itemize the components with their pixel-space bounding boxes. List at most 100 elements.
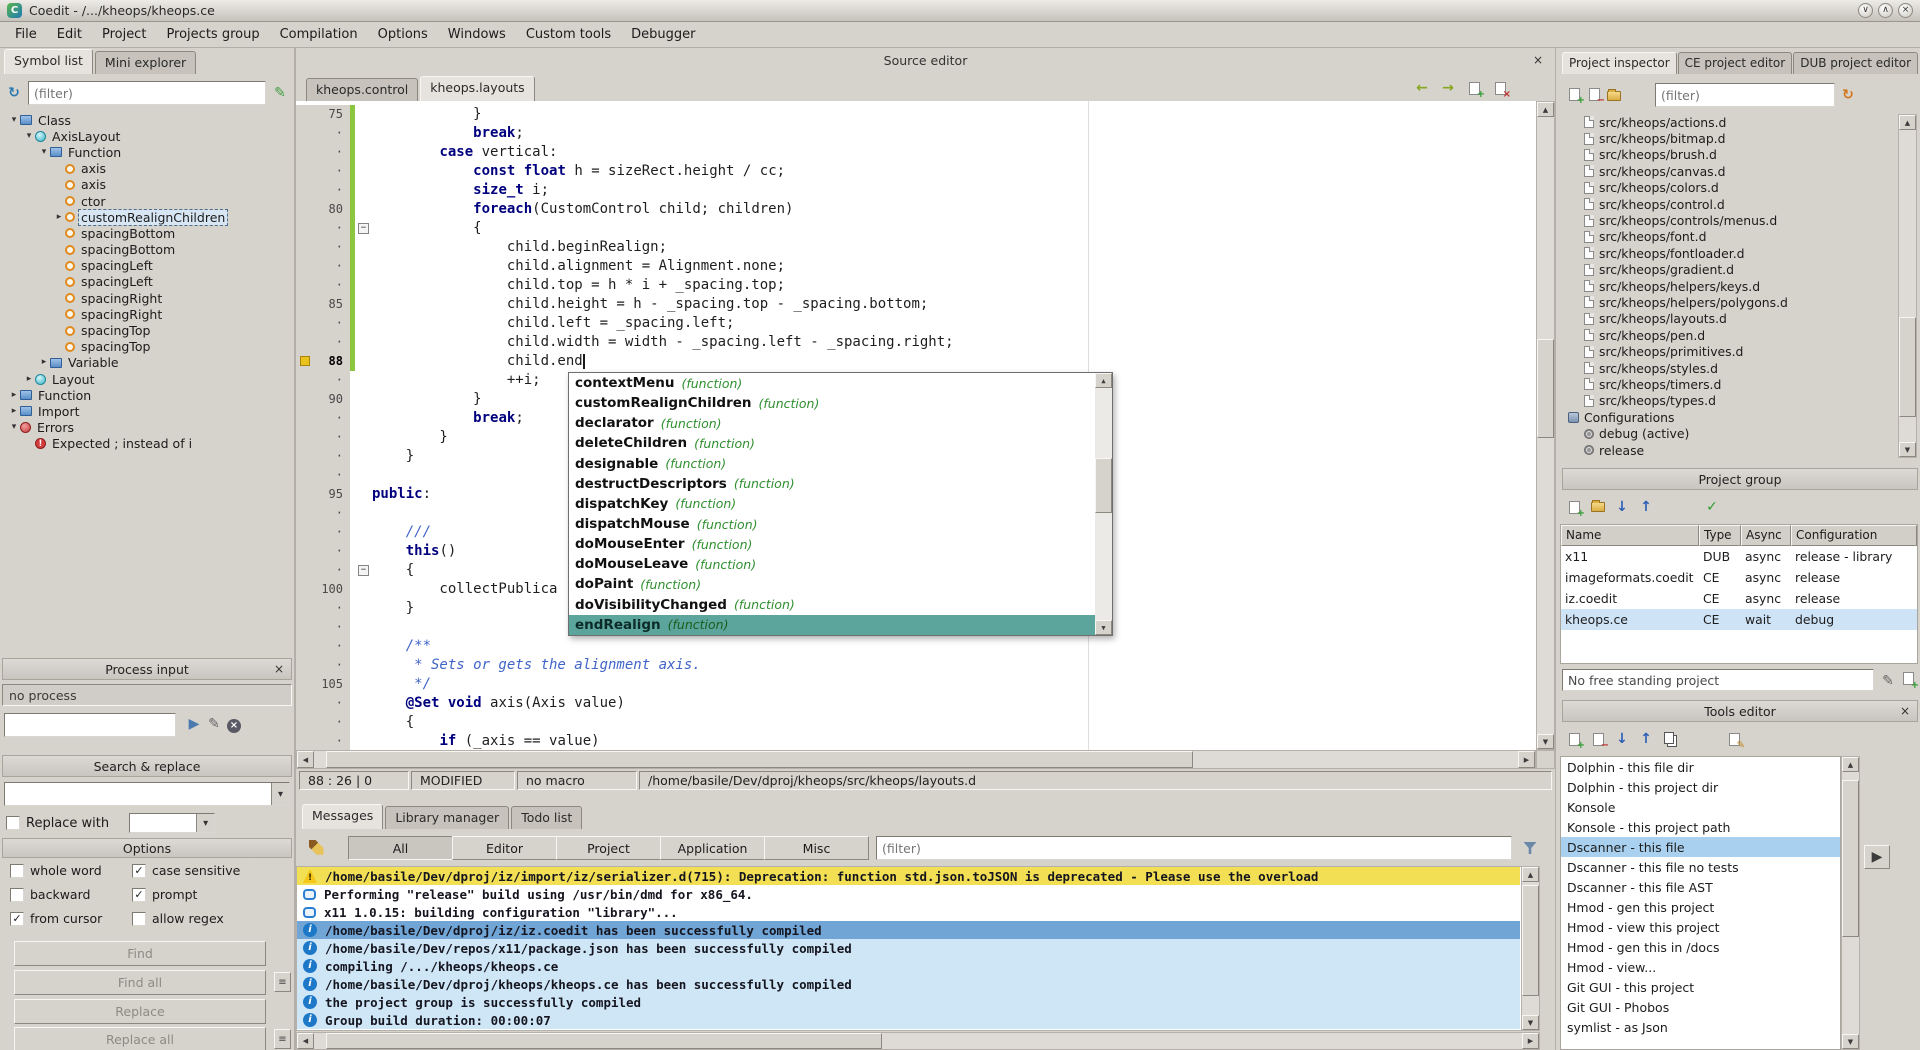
source-editor-close-icon[interactable] — [1531, 53, 1545, 67]
menu-compilation[interactable]: Compilation — [270, 23, 368, 46]
scroll-track[interactable] — [1899, 130, 1916, 442]
tool-item-git-gui-phobos[interactable]: Git GUI - Phobos — [1561, 997, 1840, 1017]
replace-term-combobox[interactable] — [129, 813, 215, 833]
symbol-item-spacingleft[interactable]: spacingLeft — [2, 258, 292, 274]
send-icon[interactable]: ▶ — [184, 714, 204, 734]
code-line[interactable]: · size_t i; — [296, 181, 1536, 200]
scroll-track[interactable] — [314, 1033, 1522, 1049]
editor-vertical-scrollbar[interactable] — [1536, 101, 1555, 750]
expander-icon[interactable]: ▾ — [8, 423, 20, 432]
project-tree-item-src-kheops-types-d[interactable]: src/kheops/types.d — [1560, 393, 1898, 409]
symbol-item-customrealignchildren[interactable]: ▸customRealignChildren — [2, 209, 292, 225]
tool-item-konsole-this-project-path[interactable]: Konsole - this project path — [1561, 817, 1840, 837]
completion-item-domouseenter[interactable]: doMouseEnter(function) — [569, 534, 1095, 554]
messages-tab-todo-list[interactable]: Todo list — [511, 806, 582, 829]
completion-item-destructdescriptors[interactable]: destructDescriptors(function) — [569, 474, 1095, 494]
symbol-item-spacingbottom[interactable]: spacingBottom — [2, 225, 292, 241]
tool-item-dolphin-this-project-dir[interactable]: Dolphin - this project dir — [1561, 777, 1840, 797]
doc-new-icon[interactable]: + — [1464, 78, 1484, 98]
completion-item-deletechildren[interactable]: deleteChildren(function) — [569, 433, 1095, 453]
symbol-item-axislayout[interactable]: ▾AxisLayout — [2, 128, 292, 144]
project-row-kheops-ce[interactable]: kheops.ceCEwaitdebug — [1561, 609, 1917, 630]
symbol-item-spacingbottom[interactable]: spacingBottom — [2, 242, 292, 258]
checkbox-backward[interactable]: backward — [10, 886, 132, 903]
completion-item-contextmenu[interactable]: contextMenu(function) — [569, 373, 1095, 393]
editor-tab-kheops-control[interactable]: kheops.control — [306, 78, 418, 101]
scroll-down-icon[interactable] — [1842, 1034, 1859, 1049]
scroll-track[interactable] — [1095, 388, 1112, 620]
checkbox-prompt[interactable]: ✓prompt — [132, 886, 290, 903]
project-tree-item-src-kheops-helpers-keys-d[interactable]: src/kheops/helpers/keys.d — [1560, 278, 1898, 294]
project-tree-item-src-kheops-fontloader-d[interactable]: src/kheops/fontloader.d — [1560, 245, 1898, 261]
code-line[interactable]: 85 child.height = h - _spacing.top - _sp… — [296, 295, 1536, 314]
expander-icon[interactable]: ▸ — [23, 375, 35, 384]
menu-edit[interactable]: Edit — [47, 23, 92, 46]
symbol-item-axis[interactable]: axis — [2, 161, 292, 177]
right-tab-project-inspector[interactable]: Project inspector — [1562, 52, 1677, 74]
doc-edit-icon[interactable]: ✎ — [1724, 729, 1744, 749]
editor-horizontal-scrollbar[interactable] — [296, 750, 1536, 769]
nav-back-icon[interactable]: ← — [1412, 78, 1432, 98]
project-filter-input[interactable] — [1655, 83, 1835, 107]
scroll-track[interactable] — [314, 751, 1518, 768]
menu-custom-tools[interactable]: Custom tools — [516, 23, 621, 46]
project-tree-item-src-kheops-brush-d[interactable]: src/kheops/brush.d — [1560, 147, 1898, 163]
scroll-down-icon[interactable] — [1899, 442, 1916, 457]
completion-scrollbar[interactable] — [1095, 373, 1112, 635]
scroll-down-icon[interactable] — [1095, 620, 1112, 635]
project-tree-item-src-kheops-font-d[interactable]: src/kheops/font.d — [1560, 229, 1898, 245]
expander-icon[interactable]: ▸ — [8, 407, 20, 416]
menu-windows[interactable]: Windows — [438, 23, 516, 46]
pen-gray-icon[interactable]: ✎ — [204, 714, 224, 734]
expander-icon[interactable]: ▾ — [38, 148, 50, 157]
find-all-options-button[interactable]: ≡ — [274, 972, 291, 992]
scroll-thumb[interactable] — [326, 751, 1193, 768]
replace-button[interactable]: Replace — [14, 999, 266, 1024]
pen-gray-icon[interactable]: ✎ — [1878, 671, 1898, 691]
pen-icon[interactable]: ✎ — [270, 83, 290, 103]
code-line[interactable]: · if (_axis == value) — [296, 732, 1536, 750]
tools-list-scrollbar[interactable] — [1841, 756, 1860, 1050]
nav-forward-icon[interactable]: → — [1438, 78, 1458, 98]
funnel-icon[interactable] — [1520, 838, 1540, 858]
checkbox-allow-regex[interactable]: allow regex — [132, 910, 290, 927]
find-all-button[interactable]: Find all — [14, 970, 266, 995]
filter-project[interactable]: Project — [556, 836, 661, 860]
symbol-item-layout[interactable]: ▸Layout — [2, 371, 292, 387]
messages-tab-library-manager[interactable]: Library manager — [385, 806, 509, 829]
code-editor[interactable]: 75 }· break;· case vertical:· const floa… — [296, 101, 1536, 750]
chevron-down-icon[interactable] — [271, 783, 289, 805]
symbol-item-class[interactable]: ▾Class — [2, 112, 292, 128]
refresh-icon[interactable]: ↻ — [1838, 85, 1858, 105]
scroll-thumb[interactable] — [1095, 458, 1112, 514]
code-line[interactable]: · child.beginRealign; — [296, 238, 1536, 257]
project-tree-scrollbar[interactable] — [1898, 114, 1917, 458]
tools-editor-close-icon[interactable] — [1898, 704, 1912, 718]
tool-item-hmod-gen-this-project[interactable]: Hmod - gen this project — [1561, 897, 1840, 917]
symbol-filter-input[interactable] — [28, 81, 266, 105]
doc-add-icon[interactable]: + — [1564, 84, 1584, 104]
project-tree-item-release[interactable]: release — [1560, 442, 1898, 458]
project-tree-item-src-kheops-pen-d[interactable]: src/kheops/pen.d — [1560, 327, 1898, 343]
doc-new-icon[interactable]: + — [1898, 669, 1918, 689]
column-header-async[interactable]: Async — [1741, 525, 1791, 546]
doc-add-icon[interactable]: + — [1564, 729, 1584, 749]
scroll-up-icon[interactable] — [1842, 757, 1859, 772]
code-line[interactable]: · child.top = h * i + _spacing.top; — [296, 276, 1536, 295]
expander-icon[interactable]: ▾ — [23, 132, 35, 141]
scroll-up-icon[interactable] — [1537, 102, 1554, 117]
column-header-type[interactable]: Type — [1699, 525, 1741, 546]
code-line[interactable]: · case vertical: — [296, 143, 1536, 162]
project-tree-item-src-kheops-canvas-d[interactable]: src/kheops/canvas.d — [1560, 163, 1898, 179]
scroll-thumb[interactable] — [1522, 885, 1539, 997]
tools-next-button[interactable]: ▶ — [1864, 845, 1890, 869]
copy-icon[interactable] — [1660, 729, 1680, 749]
fold-icon[interactable]: − — [358, 223, 369, 234]
scroll-right-icon[interactable] — [1522, 1033, 1539, 1049]
code-line[interactable]: · @Set void axis(Axis value) — [296, 694, 1536, 713]
symbol-item-variable[interactable]: ▸Variable — [2, 355, 292, 371]
replace-all-button[interactable]: Replace all — [14, 1027, 266, 1050]
scroll-up-icon[interactable] — [1095, 373, 1112, 388]
move-down-icon[interactable]: ↓ — [1612, 497, 1632, 517]
code-line[interactable]: 80 foreach(CustomControl child; children… — [296, 200, 1536, 219]
